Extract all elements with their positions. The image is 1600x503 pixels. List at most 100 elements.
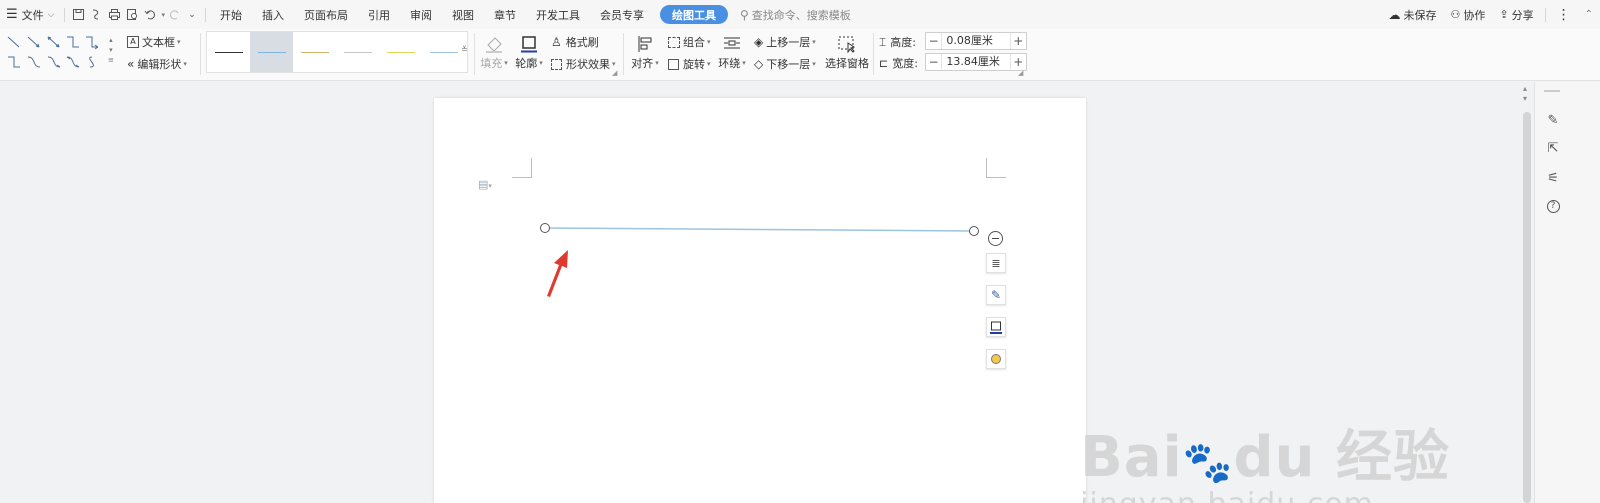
ribbon: ▴ ▾ ≡ A 文本框 ▾ « 编辑形状 ▾ ≚ 填充 ▾ 轮廓 ▾ ♙ 格式刷… xyxy=(0,29,1600,81)
height-increase-button[interactable]: + xyxy=(1011,33,1026,49)
tab-insert[interactable]: 插入 xyxy=(252,0,294,29)
scrollbar-thumb[interactable] xyxy=(1523,112,1531,503)
width-value[interactable]: 13.84厘米 xyxy=(941,54,1011,70)
width-label-group: ⊏ 宽度: xyxy=(879,55,918,71)
wrap-button[interactable]: 环绕 ▾ xyxy=(716,33,748,71)
send-backward-button[interactable]: ◇ 下移一层 ▾ xyxy=(754,56,816,72)
chevron-down-icon: ▾ xyxy=(612,60,616,68)
format-painter-label: 格式刷 xyxy=(565,36,599,49)
tab-home[interactable]: 开始 xyxy=(210,0,252,29)
undo-icon[interactable] xyxy=(141,6,159,24)
format-painter-button[interactable]: ♙ 格式刷 xyxy=(551,34,599,50)
bring-forward-icon: ◈ xyxy=(754,35,764,49)
line-style-option[interactable] xyxy=(422,32,465,72)
textbox-button[interactable]: A 文本框 ▾ xyxy=(127,34,181,50)
shape-outline-button[interactable] xyxy=(986,317,1006,337)
chevron-down-icon: ▾ xyxy=(707,60,711,68)
edit-shape-button[interactable]: « 编辑形状 ▾ xyxy=(127,56,187,72)
line-style-swatch xyxy=(386,51,415,53)
tab-developer[interactable]: 开发工具 xyxy=(526,0,590,29)
gallery-scroll[interactable]: ▴ ▾ ≡ xyxy=(108,35,114,65)
tab-review[interactable]: 审阅 xyxy=(400,0,442,29)
align-button[interactable]: 对齐 ▾ xyxy=(629,33,661,71)
collab-label: 协作 xyxy=(1463,8,1486,22)
line-style-option[interactable] xyxy=(379,32,422,72)
smart-tips-button[interactable] xyxy=(986,349,1006,369)
line-style-gallery[interactable] xyxy=(206,31,468,73)
collab-button[interactable]: ⚇ 协作 xyxy=(1444,7,1493,23)
selection-pane-button[interactable]: 选择窗格 xyxy=(824,33,870,71)
document-page[interactable]: ▤▾ − ≣ ✎ xyxy=(434,98,1086,503)
collapse-float-toolbar-button[interactable]: − xyxy=(988,231,1003,246)
textbox-icon: A xyxy=(127,36,139,48)
settings-sliders-icon[interactable]: ⚟ xyxy=(1543,168,1563,188)
dialog-launcher-icon[interactable]: ◢ xyxy=(612,69,617,77)
help-icon[interactable]: ? xyxy=(1543,196,1563,216)
send-backward-label: 下移一层 xyxy=(766,58,811,71)
customize-quick-access-icon[interactable]: ⌄ xyxy=(183,6,201,24)
rotate-button[interactable]: 旋转 ▾ xyxy=(668,56,711,72)
scroll-up-icon: ▴ xyxy=(109,36,113,44)
line-style-option[interactable] xyxy=(250,32,293,72)
more-options-icon[interactable]: ⋮ xyxy=(1550,7,1578,23)
height-label: 高度: xyxy=(890,36,916,49)
tab-references[interactable]: 引用 xyxy=(358,0,400,29)
chevron-down-icon: ▾ xyxy=(812,38,816,46)
width-spinner[interactable]: − 13.84厘米 + xyxy=(925,53,1027,71)
hamburger-icon: ☰ xyxy=(6,7,18,22)
print-icon[interactable] xyxy=(105,6,123,24)
select-cursor-icon[interactable]: ⇱ xyxy=(1543,138,1563,158)
collapse-ribbon-icon[interactable]: ⌃ xyxy=(1578,9,1600,20)
document-canvas[interactable]: ▤▾ − ≣ ✎ Bai🐾du 经验 jingyan.baidu.com xyxy=(0,82,1520,503)
height-icon: ⌶ xyxy=(879,34,887,49)
chevron-down-icon: ▾ xyxy=(539,59,543,67)
group-button[interactable]: 组合 ▾ xyxy=(668,34,711,50)
vertical-scrollbar[interactable]: ▴ ▾ xyxy=(1520,82,1534,503)
line-style-option[interactable] xyxy=(207,32,250,72)
unsaved-status[interactable]: ☁ 未保存 xyxy=(1382,7,1444,23)
share-button[interactable]: ⇪ 分享 xyxy=(1492,7,1540,23)
layout-options-button[interactable]: ≣ xyxy=(986,253,1006,273)
line-start-handle[interactable] xyxy=(540,223,550,233)
height-spinner[interactable]: − 0.08厘米 + xyxy=(925,32,1027,50)
width-increase-button[interactable]: + xyxy=(1011,54,1026,70)
command-search[interactable]: ⚲ 查找命令、搜索模板 xyxy=(740,7,851,23)
tab-drawing-tools[interactable]: 绘图工具 xyxy=(660,5,728,24)
fill-icon xyxy=(484,33,504,55)
selected-line[interactable] xyxy=(544,227,975,232)
height-decrease-button[interactable]: − xyxy=(926,33,941,49)
width-decrease-button[interactable]: − xyxy=(926,54,941,70)
unsaved-label: 未保存 xyxy=(1403,8,1437,22)
line-style-more[interactable]: ≚ xyxy=(461,45,468,54)
line-style-swatch xyxy=(429,51,458,53)
redo-icon[interactable] xyxy=(165,6,183,24)
height-value[interactable]: 0.08厘米 xyxy=(941,33,1011,49)
export-pdf-icon[interactable] xyxy=(87,6,105,24)
tab-member[interactable]: 会员专享 xyxy=(590,0,654,29)
shape-gallery[interactable] xyxy=(4,31,114,77)
line-style-option[interactable] xyxy=(293,32,336,72)
line-end-handle[interactable] xyxy=(969,226,979,236)
edit-pen-icon[interactable]: ✎ xyxy=(1543,110,1563,130)
format-painter-icon: ♙ xyxy=(551,35,562,49)
outline-button[interactable]: 轮廓 ▾ xyxy=(513,33,545,71)
line-style-swatch xyxy=(343,51,372,53)
outline-text: 轮廓 ▾ xyxy=(515,55,543,71)
tab-page-layout[interactable]: 页面布局 xyxy=(294,0,358,29)
shape-effects-button[interactable]: 形状效果 ▾ xyxy=(551,56,616,72)
line-style-option[interactable] xyxy=(336,32,379,72)
chevron-down-icon: ⌵ xyxy=(47,9,55,20)
tab-section[interactable]: 章节 xyxy=(484,0,526,29)
shape-style-button[interactable]: ✎ xyxy=(986,285,1006,305)
save-icon[interactable] xyxy=(69,6,87,24)
print-preview-icon[interactable] xyxy=(123,6,141,24)
fill-label: 填充 xyxy=(480,57,503,70)
tab-view[interactable]: 视图 xyxy=(442,0,484,29)
file-menu[interactable]: ☰ 文件 ⌵ xyxy=(0,0,60,29)
bring-forward-button[interactable]: ◈ 上移一层 ▾ xyxy=(754,34,816,50)
fill-button[interactable]: 填充 ▾ xyxy=(478,33,510,71)
dialog-launcher-icon[interactable]: ◢ xyxy=(1018,69,1023,77)
scroll-down-icon[interactable]: ▾ xyxy=(1523,94,1527,103)
fill-text: 填充 ▾ xyxy=(480,55,508,71)
scroll-up-icon[interactable]: ▴ xyxy=(1523,84,1527,93)
